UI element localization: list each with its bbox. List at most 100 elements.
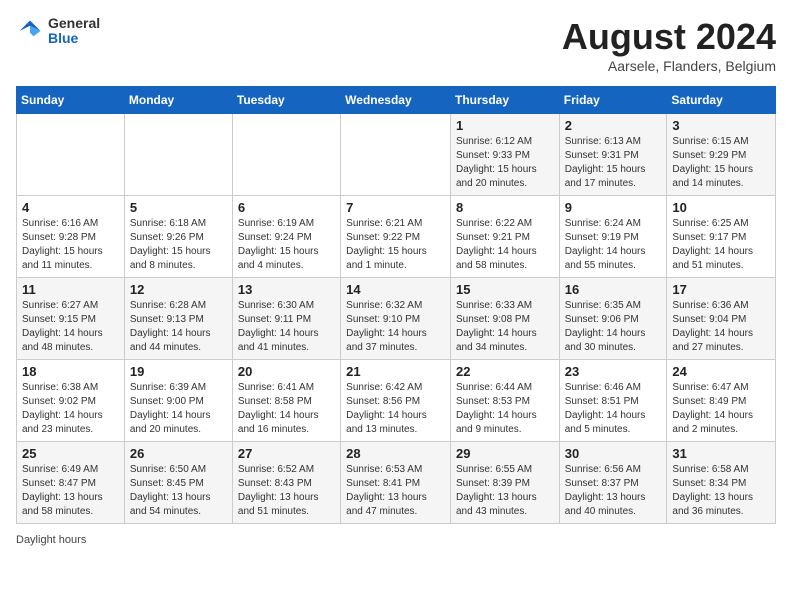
calendar-cell: 11Sunrise: 6:27 AMSunset: 9:15 PMDayligh… bbox=[17, 278, 125, 360]
day-detail: Sunrise: 6:19 AMSunset: 9:24 PMDaylight:… bbox=[238, 217, 335, 273]
day-detail: Sunrise: 6:32 AMSunset: 9:10 PMDaylight:… bbox=[346, 299, 445, 355]
day-detail: Sunrise: 6:39 AMSunset: 9:00 PMDaylight:… bbox=[130, 381, 227, 437]
weekday-header-monday: Monday bbox=[124, 87, 232, 114]
calendar-cell: 15 Sunrise: 6:33 AMSunset: 9:08 PMDayligh… bbox=[450, 278, 559, 360]
weekday-header-tuesday: Tuesday bbox=[232, 87, 340, 114]
day-number: 31 bbox=[672, 446, 770, 461]
calendar-week-1: 1Sunrise: 6:12 AMSunset: 9:33 PMDaylight… bbox=[17, 114, 776, 196]
day-number: 22 bbox=[456, 364, 554, 379]
day-number: 15 bbox=[456, 282, 554, 297]
day-detail: Sunrise: 6:41 AMSunset: 8:58 PMDaylight:… bbox=[238, 381, 335, 437]
day-number: 29 bbox=[456, 446, 554, 461]
calendar-cell: 12 Sunrise: 6:28 AMSunset: 9:13 PMDayligh… bbox=[124, 278, 232, 360]
title-block: August 2024 Aarsele, Flanders, Belgium bbox=[562, 16, 776, 74]
day-number: 10 bbox=[672, 200, 770, 215]
calendar-title: August 2024 bbox=[562, 16, 776, 58]
day-detail: Sunrise: 6:36 AMSunset: 9:04 PMDaylight:… bbox=[672, 299, 770, 355]
day-number: 8 bbox=[456, 200, 554, 215]
logo-icon bbox=[16, 17, 44, 45]
calendar-cell bbox=[232, 114, 340, 196]
day-number: 2 bbox=[565, 118, 662, 133]
day-number: 12 bbox=[130, 282, 227, 297]
day-number: 16 bbox=[565, 282, 662, 297]
day-detail: Sunrise: 6:52 AMSunset: 8:43 PMDaylight:… bbox=[238, 463, 335, 519]
day-detail: Sunrise: 6:28 AMSunset: 9:13 PMDaylight:… bbox=[130, 299, 227, 355]
day-detail: Sunrise: 6:44 AMSunset: 8:53 PMDaylight:… bbox=[456, 381, 554, 437]
day-number: 17 bbox=[672, 282, 770, 297]
calendar-cell: 3 Sunrise: 6:15 AMSunset: 9:29 PMDaylight… bbox=[667, 114, 776, 196]
calendar-cell: 27 Sunrise: 6:52 AMSunset: 8:43 PMDayligh… bbox=[232, 442, 340, 524]
day-number: 30 bbox=[565, 446, 662, 461]
calendar-cell: 19 Sunrise: 6:39 AMSunset: 9:00 PMDayligh… bbox=[124, 360, 232, 442]
day-detail: Sunrise: 6:21 AMSunset: 9:22 PMDaylight:… bbox=[346, 217, 445, 273]
calendar-cell: 21Sunrise: 6:42 AMSunset: 8:56 PMDayligh… bbox=[341, 360, 451, 442]
calendar-cell: 24 Sunrise: 6:47 AMSunset: 8:49 PMDayligh… bbox=[667, 360, 776, 442]
logo: General Blue bbox=[16, 16, 100, 47]
day-detail: Sunrise: 6:49 AMSunset: 8:47 PMDaylight:… bbox=[22, 463, 119, 519]
day-detail: Sunrise: 6:25 AMSunset: 9:17 PMDaylight:… bbox=[672, 217, 770, 273]
weekday-header-row: SundayMondayTuesdayWednesdayThursdayFrid… bbox=[17, 87, 776, 114]
day-number: 5 bbox=[130, 200, 227, 215]
calendar-cell: 9 Sunrise: 6:24 AMSunset: 9:19 PMDaylight… bbox=[559, 196, 667, 278]
calendar-footer: Daylight hours bbox=[16, 534, 776, 546]
calendar-cell: 13 Sunrise: 6:30 AMSunset: 9:11 PMDayligh… bbox=[232, 278, 340, 360]
logo-blue-text: Blue bbox=[48, 31, 100, 46]
day-detail: Sunrise: 6:33 AMSunset: 9:08 PMDaylight:… bbox=[456, 299, 554, 355]
day-detail: Sunrise: 6:18 AMSunset: 9:26 PMDaylight:… bbox=[130, 217, 227, 273]
day-detail: Sunrise: 6:16 AMSunset: 9:28 PMDaylight:… bbox=[22, 217, 119, 273]
calendar-cell: 2 Sunrise: 6:13 AMSunset: 9:31 PMDaylight… bbox=[559, 114, 667, 196]
day-number: 25 bbox=[22, 446, 119, 461]
calendar-cell bbox=[124, 114, 232, 196]
day-number: 1 bbox=[456, 118, 554, 133]
day-detail: Sunrise: 6:46 AMSunset: 8:51 PMDaylight:… bbox=[565, 381, 662, 437]
day-number: 11 bbox=[22, 282, 119, 297]
calendar-week-4: 18Sunrise: 6:38 AMSunset: 9:02 PMDayligh… bbox=[17, 360, 776, 442]
calendar-cell: 31Sunrise: 6:58 AMSunset: 8:34 PMDayligh… bbox=[667, 442, 776, 524]
day-number: 9 bbox=[565, 200, 662, 215]
weekday-header-saturday: Saturday bbox=[667, 87, 776, 114]
day-number: 28 bbox=[346, 446, 445, 461]
calendar-cell: 4Sunrise: 6:16 AMSunset: 9:28 PMDaylight… bbox=[17, 196, 125, 278]
calendar-cell: 23 Sunrise: 6:46 AMSunset: 8:51 PMDayligh… bbox=[559, 360, 667, 442]
logo-general-text: General bbox=[48, 16, 100, 31]
calendar-table: SundayMondayTuesdayWednesdayThursdayFrid… bbox=[16, 86, 776, 524]
calendar-cell: 6Sunrise: 6:19 AMSunset: 9:24 PMDaylight… bbox=[232, 196, 340, 278]
logo-text: General Blue bbox=[48, 16, 100, 47]
calendar-cell: 16Sunrise: 6:35 AMSunset: 9:06 PMDayligh… bbox=[559, 278, 667, 360]
day-detail: Sunrise: 6:13 AMSunset: 9:31 PMDaylight:… bbox=[565, 135, 662, 191]
day-detail: Sunrise: 6:22 AMSunset: 9:21 PMDaylight:… bbox=[456, 217, 554, 273]
day-detail: Sunrise: 6:30 AMSunset: 9:11 PMDaylight:… bbox=[238, 299, 335, 355]
day-detail: Sunrise: 6:53 AMSunset: 8:41 PMDaylight:… bbox=[346, 463, 445, 519]
calendar-week-5: 25 Sunrise: 6:49 AMSunset: 8:47 PMDayligh… bbox=[17, 442, 776, 524]
day-number: 23 bbox=[565, 364, 662, 379]
calendar-cell bbox=[17, 114, 125, 196]
calendar-cell: 26Sunrise: 6:50 AMSunset: 8:45 PMDayligh… bbox=[124, 442, 232, 524]
day-number: 7 bbox=[346, 200, 445, 215]
day-number: 19 bbox=[130, 364, 227, 379]
calendar-cell: 29Sunrise: 6:55 AMSunset: 8:39 PMDayligh… bbox=[450, 442, 559, 524]
calendar-cell: 7 Sunrise: 6:21 AMSunset: 9:22 PMDaylight… bbox=[341, 196, 451, 278]
calendar-location: Aarsele, Flanders, Belgium bbox=[562, 58, 776, 74]
calendar-cell: 30Sunrise: 6:56 AMSunset: 8:37 PMDayligh… bbox=[559, 442, 667, 524]
calendar-cell: 8 Sunrise: 6:22 AMSunset: 9:21 PMDaylight… bbox=[450, 196, 559, 278]
day-detail: Sunrise: 6:38 AMSunset: 9:02 PMDaylight:… bbox=[22, 381, 119, 437]
calendar-cell: 5 Sunrise: 6:18 AMSunset: 9:26 PMDaylight… bbox=[124, 196, 232, 278]
day-detail: Sunrise: 6:24 AMSunset: 9:19 PMDaylight:… bbox=[565, 217, 662, 273]
calendar-week-2: 4Sunrise: 6:16 AMSunset: 9:28 PMDaylight… bbox=[17, 196, 776, 278]
calendar-cell: 18Sunrise: 6:38 AMSunset: 9:02 PMDayligh… bbox=[17, 360, 125, 442]
day-number: 21 bbox=[346, 364, 445, 379]
page-header: General Blue August 2024 Aarsele, Flande… bbox=[16, 16, 776, 74]
day-number: 3 bbox=[672, 118, 770, 133]
weekday-header-wednesday: Wednesday bbox=[341, 87, 451, 114]
calendar-cell: 14Sunrise: 6:32 AMSunset: 9:10 PMDayligh… bbox=[341, 278, 451, 360]
day-number: 27 bbox=[238, 446, 335, 461]
day-detail: Sunrise: 6:47 AMSunset: 8:49 PMDaylight:… bbox=[672, 381, 770, 437]
day-number: 13 bbox=[238, 282, 335, 297]
day-detail: Sunrise: 6:15 AMSunset: 9:29 PMDaylight:… bbox=[672, 135, 770, 191]
day-detail: Sunrise: 6:50 AMSunset: 8:45 PMDaylight:… bbox=[130, 463, 227, 519]
day-number: 24 bbox=[672, 364, 770, 379]
calendar-cell: 28 Sunrise: 6:53 AMSunset: 8:41 PMDayligh… bbox=[341, 442, 451, 524]
calendar-cell bbox=[341, 114, 451, 196]
calendar-cell: 22 Sunrise: 6:44 AMSunset: 8:53 PMDayligh… bbox=[450, 360, 559, 442]
weekday-header-thursday: Thursday bbox=[450, 87, 559, 114]
